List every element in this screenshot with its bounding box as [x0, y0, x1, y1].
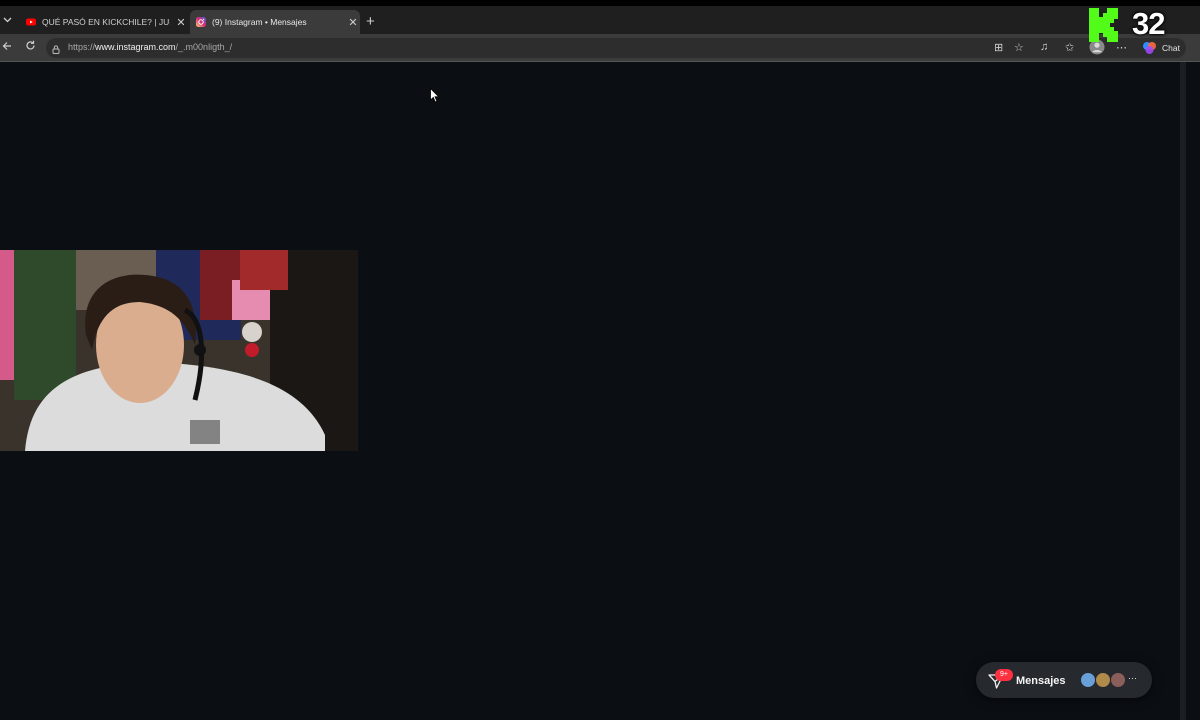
tab-close-icon[interactable]: ✕ — [346, 16, 360, 29]
favorites-list-icon[interactable]: ✩ — [1065, 41, 1074, 54]
back-arrow-icon[interactable] — [2, 40, 12, 54]
app-available-icon[interactable]: ⊞ — [994, 41, 1003, 54]
url-host: www.instagram.com — [95, 42, 176, 52]
url-text[interactable]: https://www.instagram.com/_.m00nligth_/ — [68, 42, 232, 52]
reload-icon[interactable] — [25, 40, 36, 54]
instagram-icon — [196, 17, 206, 27]
page-scrollbar[interactable] — [1180, 62, 1186, 720]
tab-title: QUÉ PASÓ EN KICKCHILE? | JUEVES — [42, 17, 170, 27]
youtube-icon — [26, 17, 36, 27]
tab-actions-chevron-icon[interactable] — [0, 12, 14, 28]
new-tab-plus-icon[interactable]: + — [366, 14, 375, 30]
messages-label[interactable]: Mensajes — [1016, 675, 1066, 687]
avatar[interactable] — [1095, 672, 1111, 688]
more-conversations-icon[interactable]: ⋯ — [1128, 673, 1137, 684]
read-aloud-music-icon[interactable]: ♫ — [1040, 41, 1048, 53]
favorite-star-icon[interactable]: ☆ — [1014, 41, 1024, 54]
tab-title: (9) Instagram • Mensajes — [212, 17, 307, 27]
webcam-overlay — [0, 250, 358, 451]
mouse-cursor-icon — [430, 87, 440, 108]
kick-logo-icon — [1088, 8, 1120, 42]
webcam-scene — [0, 250, 358, 451]
avatar[interactable] — [1080, 672, 1096, 688]
browser-address-bar: https://www.instagram.com/_.m00nligth_/ … — [0, 34, 1200, 62]
url-path: /_.m00nligth_/ — [175, 42, 233, 52]
viewer-count: 32 — [1132, 6, 1165, 41]
tab-close-icon[interactable]: ✕ — [174, 16, 188, 29]
tab-instagram[interactable]: (9) Instagram • Mensajes ✕ — [190, 10, 360, 34]
chat-label[interactable]: Chat — [1162, 43, 1180, 53]
tab-youtube[interactable]: QUÉ PASÓ EN KICKCHILE? | JUEVES ✕ — [22, 10, 188, 34]
copilot-icon[interactable] — [1142, 40, 1157, 58]
url-scheme: https:// — [68, 42, 96, 52]
browser-tab-strip: QUÉ PASÓ EN KICKCHILE? | JUEVES ✕ (9) In… — [0, 6, 1200, 34]
unread-badge: 9+ — [995, 669, 1013, 681]
more-options-icon[interactable]: ⋯ — [1116, 41, 1127, 54]
site-info-lock-icon[interactable] — [52, 43, 60, 57]
avatar[interactable] — [1110, 672, 1126, 688]
